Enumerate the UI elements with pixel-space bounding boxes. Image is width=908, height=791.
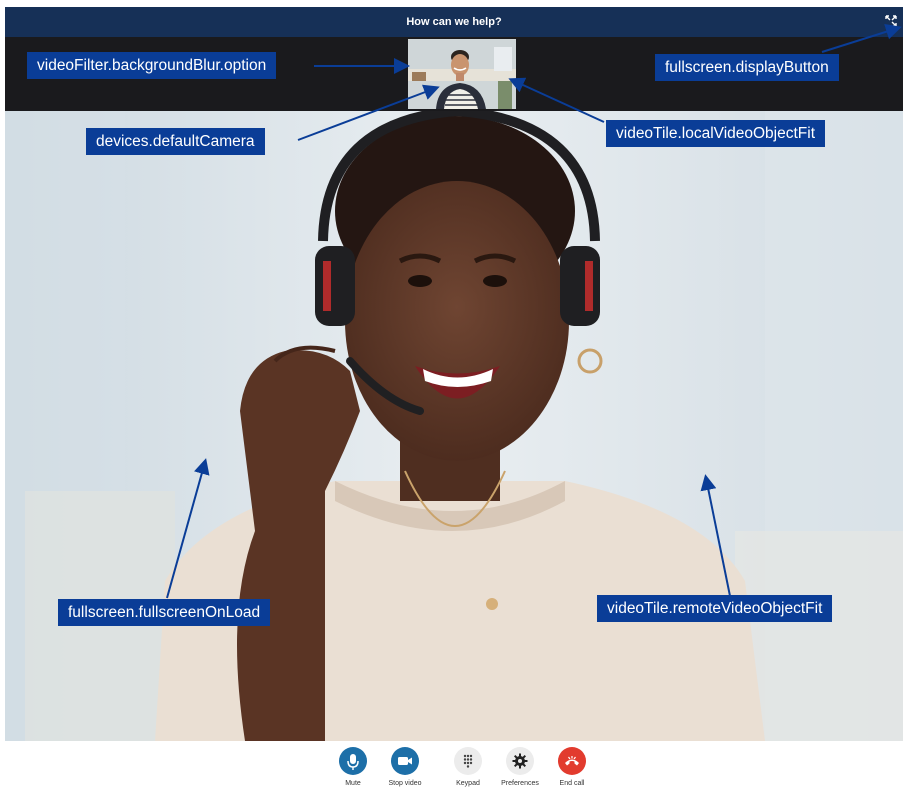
gear-icon xyxy=(512,753,528,769)
header-bar: How can we help? xyxy=(5,7,903,37)
callout-fullscreen-on-load: fullscreen.fullscreenOnLoad xyxy=(58,599,271,626)
keypad-button[interactable]: Keypad xyxy=(438,747,498,788)
mute-button[interactable]: Mute xyxy=(323,747,383,788)
end-call-button-circle xyxy=(558,747,586,775)
preferences-button[interactable]: Preferences xyxy=(490,747,550,788)
stop-video-button-circle xyxy=(391,747,419,775)
fullscreen-toggle-button[interactable] xyxy=(883,13,899,29)
preferences-label: Preferences xyxy=(501,780,539,787)
end-call-icon xyxy=(565,756,579,766)
callout-default-camera: devices.defaultCamera xyxy=(86,128,265,155)
expand-arrows-icon xyxy=(885,15,897,27)
end-call-button[interactable]: End call xyxy=(542,747,602,788)
header-title: How can we help? xyxy=(406,16,502,28)
local-video-image xyxy=(408,39,516,109)
mute-label: Mute xyxy=(345,780,361,787)
stop-video-button[interactable]: Stop video xyxy=(375,747,435,788)
remote-video-image xyxy=(5,111,903,741)
callout-background-blur: videoFilter.backgroundBlur.option xyxy=(27,52,277,79)
video-camera-icon xyxy=(398,757,412,765)
microphone-icon xyxy=(347,754,359,770)
call-controls-bar: Mute Stop video Keypad Preferences End c… xyxy=(5,741,903,791)
callout-remote-object-fit: videoTile.remoteVideoObjectFit xyxy=(597,595,833,622)
keypad-icon xyxy=(463,754,473,768)
mute-button-circle xyxy=(339,747,367,775)
preferences-button-circle xyxy=(506,747,534,775)
end-call-label: End call xyxy=(559,780,585,787)
callout-local-object-fit: videoTile.localVideoObjectFit xyxy=(606,120,826,147)
keypad-button-circle xyxy=(454,747,482,775)
keypad-label: Keypad xyxy=(456,780,480,787)
local-video-tile[interactable] xyxy=(408,39,516,109)
callout-display-button: fullscreen.displayButton xyxy=(655,54,839,81)
remote-video-tile xyxy=(5,111,903,741)
stop-video-label: Stop video xyxy=(388,780,422,787)
